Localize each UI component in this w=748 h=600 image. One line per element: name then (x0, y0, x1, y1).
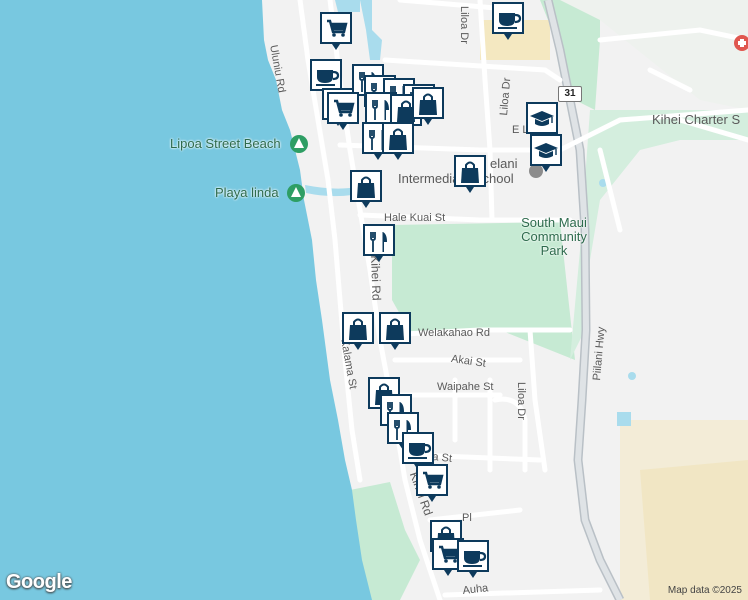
street-label: Waipahe St (437, 381, 494, 393)
shopping-bag-pin[interactable] (452, 153, 488, 197)
restaurant-pin[interactable] (361, 222, 397, 266)
coffee-pin[interactable] (455, 538, 491, 582)
shopping-bag-pin[interactable] (348, 168, 384, 212)
shopping-cart-pin[interactable] (325, 90, 361, 134)
map-attribution: Map data ©2025 (667, 585, 742, 596)
street-label: Liloa Dr (515, 382, 527, 420)
shopping-cart-pin[interactable] (414, 462, 450, 506)
coffee-pin[interactable] (490, 0, 526, 44)
place-label-playa-linda[interactable]: Playa linda (215, 185, 279, 200)
shopping-bag-pin[interactable] (377, 310, 413, 354)
place-label-south-maui-park[interactable]: South Maui Community Park (518, 216, 590, 258)
shopping-cart-pin[interactable] (318, 10, 354, 54)
place-label-kihei-charter[interactable]: Kihei Charter S (652, 112, 740, 127)
school-pin[interactable] (528, 132, 564, 176)
street-label: Liloa Dr (458, 6, 470, 44)
place-label-lipoa-beach[interactable]: Lipoa Street Beach (170, 136, 281, 151)
shopping-bag-pin[interactable] (340, 310, 376, 354)
tree-icon (290, 135, 308, 153)
map[interactable]: Uluniu Rd Liloa Dr Liloa Dr Liloa Dr E L… (0, 0, 748, 600)
shopping-bag-pin[interactable] (380, 120, 416, 164)
tree-icon (287, 184, 305, 202)
google-logo: Google (6, 571, 72, 593)
street-label: Welakahao Rd (418, 327, 490, 339)
highway-shield: 31 (558, 86, 582, 102)
place-label-elani[interactable]: elani (490, 156, 517, 171)
